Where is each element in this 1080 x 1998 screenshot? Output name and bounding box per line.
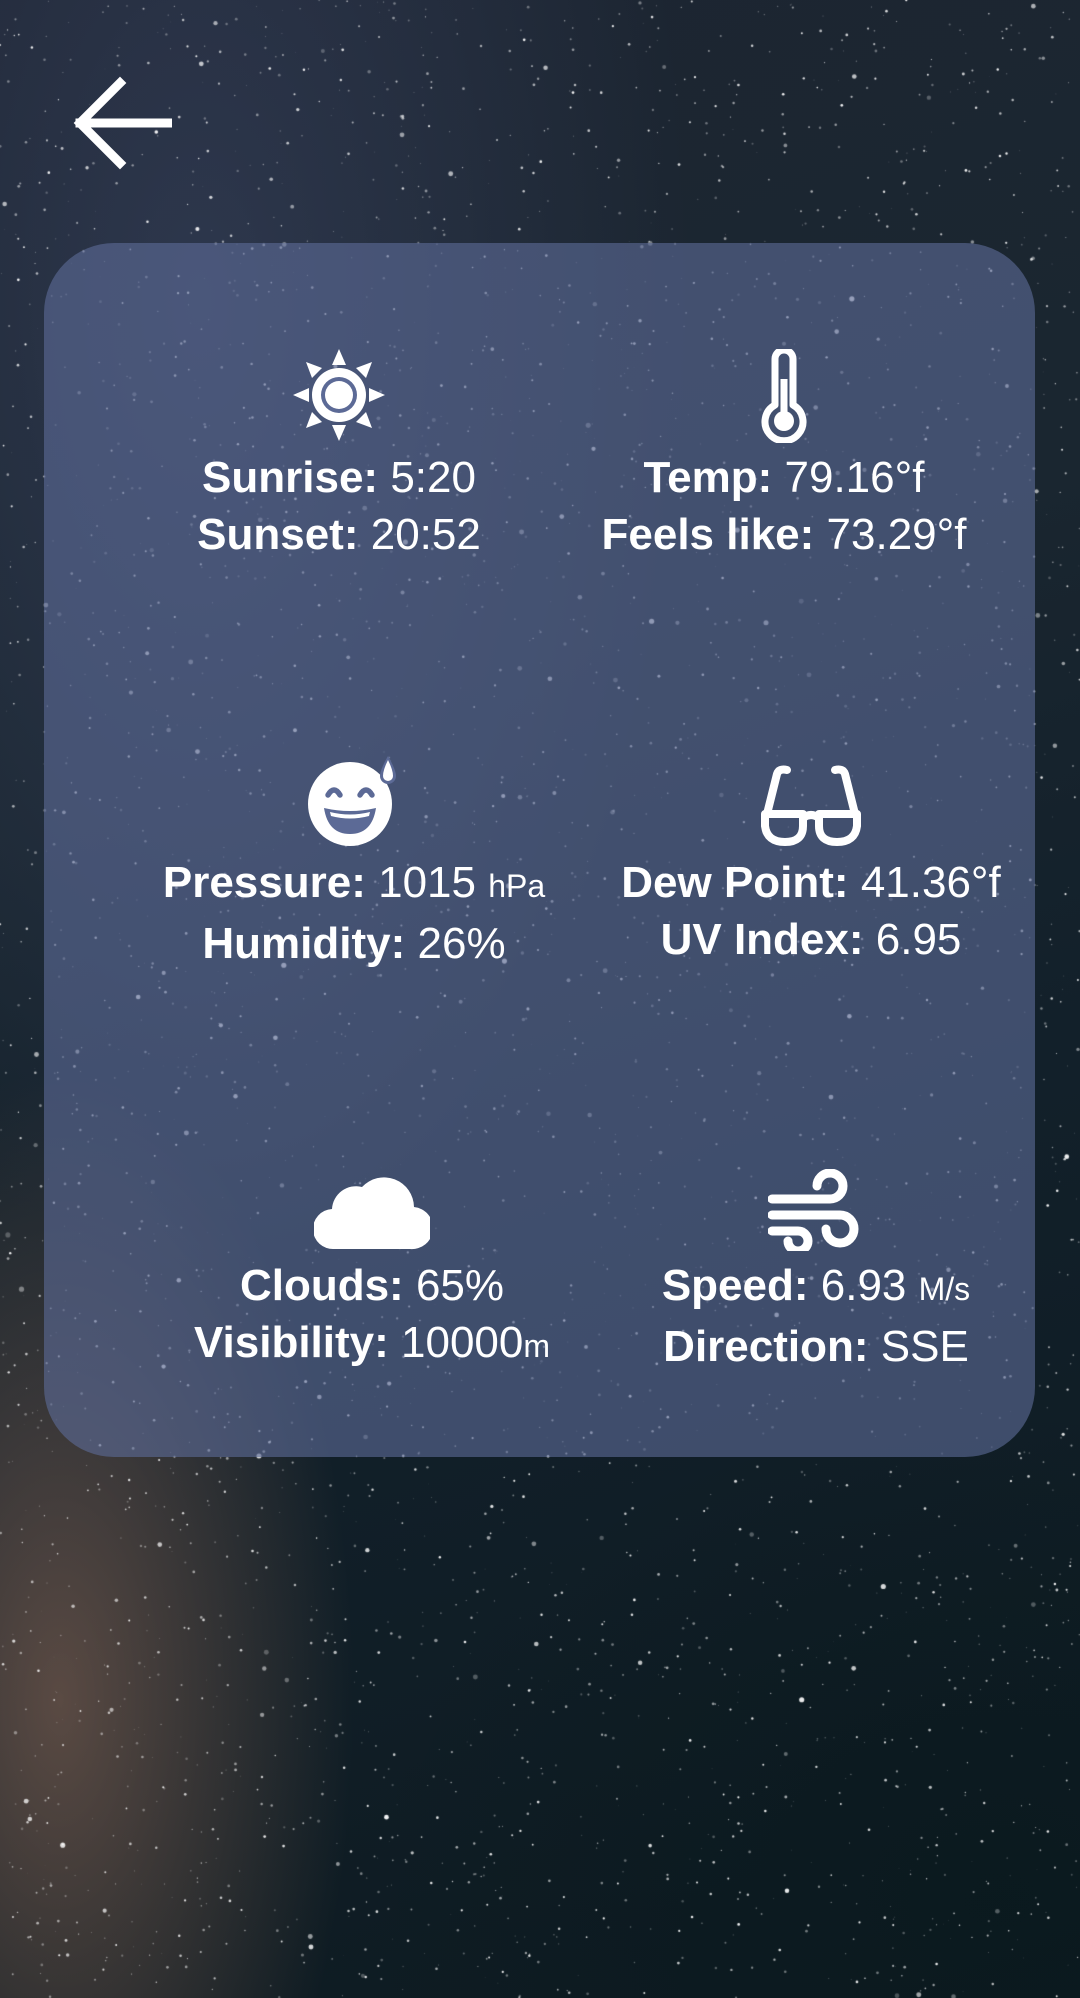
arrow-left-icon — [73, 76, 172, 170]
back-button[interactable] — [60, 68, 180, 178]
sunset-value: 20:52 — [370, 510, 481, 559]
sweat-smile-icon — [308, 756, 396, 846]
pressure-cell: Pressure: 1015 hPa Humidity: 26% — [124, 748, 584, 972]
feels-like-value: 73.29°f — [826, 510, 967, 559]
speed-unit: M/s — [918, 1271, 971, 1307]
dew-point-label: Dew Point: — [621, 858, 849, 907]
sunrise-value: 5:20 — [390, 453, 476, 502]
clouds-cell: Clouds: 65% Visibility: 10000m — [142, 1151, 602, 1375]
humidity-label: Humidity: — [202, 919, 406, 968]
visibility-value: 10000 — [401, 1318, 524, 1367]
direction-value: SSE — [880, 1322, 969, 1371]
pressure-unit: hPa — [488, 868, 546, 904]
temp-label: Temp: — [643, 453, 773, 502]
weather-details-panel: Sunrise: 5:20 Sunset: 20:52 Temp: 79.16°… — [44, 243, 1035, 1457]
sunset-label: Sunset: — [197, 510, 359, 559]
visibility-unit: m — [523, 1328, 551, 1364]
thermometer-icon — [761, 349, 807, 443]
dew-point-cell: Dew Point: 41.36°f UV Index: 6.95 — [581, 748, 1041, 968]
uv-index-value: 6.95 — [875, 915, 962, 964]
speed-value: 6.93 — [820, 1261, 907, 1310]
glasses-icon — [761, 765, 861, 846]
uv-index-label: UV Index: — [660, 915, 864, 964]
wind-cell: Speed: 6.93 M/s Direction: SSE — [586, 1151, 1046, 1375]
sun-icon — [293, 349, 385, 441]
speed-label: Speed: — [661, 1261, 809, 1310]
dew-point-value: 41.36°f — [860, 858, 1001, 907]
temp-value: 79.16°f — [784, 453, 925, 502]
sun-cell: Sunrise: 5:20 Sunset: 20:52 — [109, 343, 569, 563]
cloud-icon — [314, 1177, 430, 1250]
pressure-label: Pressure: — [162, 858, 366, 907]
clouds-label: Clouds: — [239, 1261, 404, 1310]
direction-label: Direction: — [663, 1322, 869, 1371]
sunrise-label: Sunrise: — [202, 453, 379, 502]
feels-like-label: Feels like: — [601, 510, 815, 559]
humidity-value: 26% — [417, 919, 506, 968]
pressure-value: 1015 — [378, 858, 476, 907]
visibility-label: Visibility: — [193, 1318, 389, 1367]
temperature-cell: Temp: 79.16°f Feels like: 73.29°f — [554, 343, 1014, 563]
wind-icon — [768, 1169, 859, 1251]
clouds-value: 65% — [415, 1261, 505, 1310]
